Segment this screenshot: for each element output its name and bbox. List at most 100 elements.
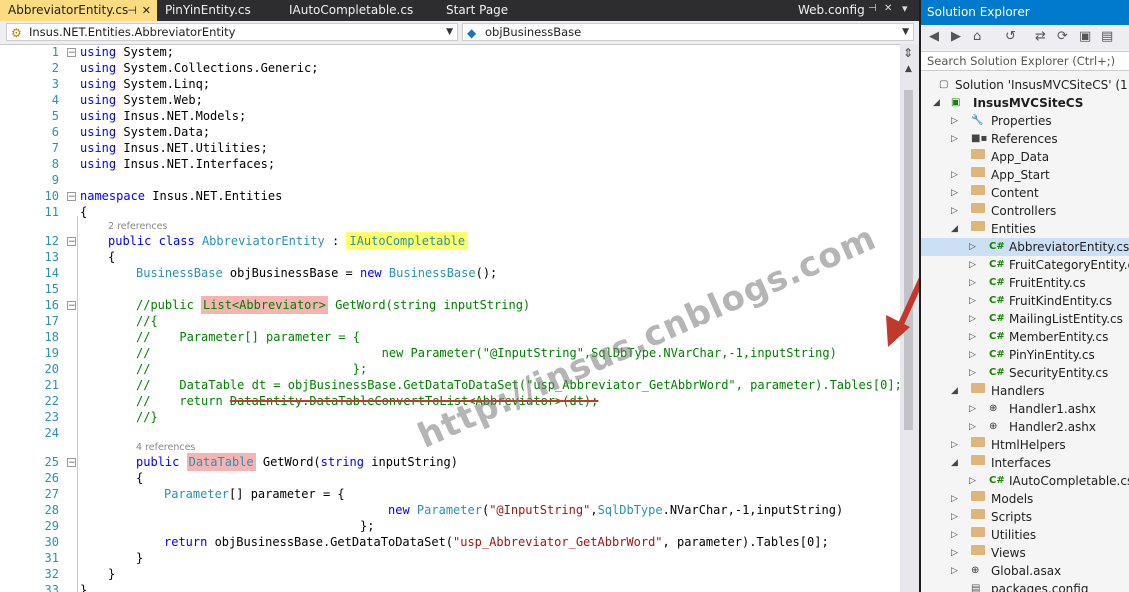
collapsed-icon[interactable]: ▷ — [951, 526, 958, 544]
collapsed-icon[interactable]: ▷ — [969, 472, 976, 490]
tree-node-global-asax[interactable]: ▷ ⊕ Global.asax — [921, 562, 1129, 580]
class-icon: ⚙ — [11, 26, 22, 40]
tab-abbreviatorentity[interactable]: AbbreviatorEntity.cs ⊣ ✕ — [0, 0, 157, 21]
code-line: // new Parameter("@InputString",SqlDbTyp… — [136, 346, 837, 360]
collapse-icon[interactable]: − — [67, 192, 76, 202]
tree-label: HtmlHelpers — [991, 438, 1066, 452]
show-all-files-icon[interactable]: ▤ — [1101, 29, 1113, 44]
tree-node-controllers[interactable]: ▷ Controllers — [921, 202, 1129, 220]
collapsed-icon[interactable]: ▷ — [969, 346, 976, 364]
tree-node-handler1[interactable]: ▷ ⊕ Handler1.ashx — [921, 400, 1129, 418]
tree-node-solution[interactable]: ▢ Solution 'InsusMVCSiteCS' (1 proj — [921, 76, 1129, 94]
tree-node-fruitkindentity[interactable]: ▷ C# FruitKindEntity.cs — [921, 292, 1129, 310]
expanded-icon[interactable]: ◢ — [951, 454, 958, 472]
tree-node-interfaces[interactable]: ◢ Interfaces — [921, 454, 1129, 472]
collapsed-icon[interactable]: ▷ — [969, 274, 976, 292]
close-icon[interactable]: ✕ — [142, 0, 151, 21]
refresh-icon[interactable]: ⟳ — [1057, 29, 1068, 44]
collapsed-icon[interactable]: ▷ — [969, 418, 976, 436]
collapsed-icon[interactable]: ▷ — [951, 436, 958, 454]
collapsed-icon[interactable]: ▷ — [951, 184, 958, 202]
tree-node-views[interactable]: ▷ Views — [921, 544, 1129, 562]
pin-icon[interactable]: ⊣ — [127, 0, 137, 21]
tree-node-iautocompletable[interactable]: ▷ C# IAutoCompletable.cs — [921, 472, 1129, 490]
tree-node-pinyinentity[interactable]: ▷ C# PinYinEntity.cs — [921, 346, 1129, 364]
tree-node-fruitcategoryentity[interactable]: ▷ C# FruitCategoryEntity.cs — [921, 256, 1129, 274]
tree-node-htmlhelpers[interactable]: ▷ HtmlHelpers — [921, 436, 1129, 454]
expanded-icon[interactable]: ◢ — [933, 94, 940, 112]
type-dropdown[interactable]: ⚙ Insus.NET.Entities.AbbreviatorEntity ▼ — [6, 23, 458, 41]
expanded-icon[interactable]: ◢ — [951, 220, 958, 238]
collapsed-icon[interactable]: ▷ — [969, 364, 976, 382]
collapsed-icon[interactable]: ▷ — [969, 310, 976, 328]
collapse-icon[interactable]: − — [67, 48, 76, 58]
tree-node-app-data[interactable]: App_Data — [921, 148, 1129, 166]
tree-node-content[interactable]: ▷ Content — [921, 184, 1129, 202]
tree-node-utilities[interactable]: ▷ Utilities — [921, 526, 1129, 544]
collapsed-icon[interactable]: ▷ — [951, 112, 958, 130]
tab-pin-icon[interactable]: ⊣ — [868, 3, 877, 14]
tree-node-handler2[interactable]: ▷ ⊕ Handler2.ashx — [921, 418, 1129, 436]
collapsed-icon[interactable]: ▷ — [969, 238, 976, 256]
collapsed-icon[interactable]: ▷ — [951, 130, 958, 148]
tree-node-entities[interactable]: ◢ Entities — [921, 220, 1129, 238]
member-dropdown[interactable]: ◆ objBusinessBase ▼ — [462, 23, 914, 41]
code-line: return objBusinessBase.GetDataToDataSet(… — [164, 535, 829, 549]
collapsed-icon[interactable]: ▷ — [951, 202, 958, 220]
line-number: 33 — [44, 583, 59, 592]
tree-node-app-start[interactable]: ▷ App_Start — [921, 166, 1129, 184]
collapsed-icon[interactable]: ▷ — [951, 166, 958, 184]
tree-node-project[interactable]: ◢ ▣ InsusMVCSiteCS — [921, 94, 1129, 112]
history-icon[interactable]: ↺ — [1005, 29, 1016, 44]
line-number: 1 — [51, 45, 59, 59]
tree-node-packages-config[interactable]: ▤ packages.config — [921, 580, 1129, 592]
solution-search-input[interactable]: Search Solution Explorer (Ctrl+;) — [921, 51, 1129, 71]
code-area[interactable]: 1− using System; 2 using System.Collection… — [0, 44, 902, 592]
tree-label: FruitCategoryEntity.cs — [1009, 258, 1129, 272]
scroll-up-icon[interactable]: ▲ — [905, 64, 912, 74]
code-line: using System; — [80, 45, 174, 59]
collapsed-icon[interactable]: ▷ — [951, 562, 958, 580]
tab-dropdown-icon[interactable]: ▾ — [902, 2, 908, 15]
collapse-icon[interactable]: − — [67, 301, 76, 311]
collapsed-icon[interactable]: ▷ — [969, 256, 976, 274]
tree-node-scripts[interactable]: ▷ Scripts — [921, 508, 1129, 526]
project-icon: ▣ — [951, 97, 961, 108]
collapsed-icon[interactable]: ▷ — [951, 544, 958, 562]
tab-pinyinentity[interactable]: PinYinEntity.cs — [157, 0, 277, 21]
tree-node-fruitentity[interactable]: ▷ C# FruitEntity.cs — [921, 274, 1129, 292]
collapsed-icon[interactable]: ▷ — [969, 400, 976, 418]
tab-iautocompletable[interactable]: IAutoCompletable.cs — [281, 0, 431, 21]
collapse-icon[interactable]: − — [67, 237, 76, 247]
tab-close-icon[interactable]: ✕ — [884, 3, 892, 14]
collapsed-icon[interactable]: ▷ — [969, 292, 976, 310]
tree-node-references[interactable]: ▷ ■▪ References — [921, 130, 1129, 148]
back-icon[interactable]: ◀ — [929, 29, 939, 44]
collapse-icon[interactable]: − — [67, 458, 76, 468]
tree-label: App_Start — [991, 168, 1050, 182]
tree-node-properties[interactable]: ▷ 🔧 Properties — [921, 112, 1129, 130]
tree-node-abbreviatorentity[interactable]: ▷ C# AbbreviatorEntity.cs — [921, 238, 1129, 256]
split-icon[interactable]: ⇕ — [903, 46, 913, 60]
tree-node-models[interactable]: ▷ Models — [921, 490, 1129, 508]
tree-node-handlers[interactable]: ◢ Handlers — [921, 382, 1129, 400]
tree-label: Utilities — [991, 528, 1037, 542]
codelens-references[interactable]: 2 references — [108, 221, 167, 233]
line-number: 26 — [44, 471, 59, 485]
tree-node-memberentity[interactable]: ▷ C# MemberEntity.cs — [921, 328, 1129, 346]
expanded-icon[interactable]: ◢ — [951, 382, 958, 400]
line-number: 8 — [51, 157, 59, 171]
forward-icon[interactable]: ▶ — [951, 29, 961, 44]
tab-start-page[interactable]: Start Page — [438, 0, 538, 21]
sync-icon[interactable]: ⇄ — [1035, 29, 1046, 44]
collapsed-icon[interactable]: ▷ — [969, 328, 976, 346]
collapse-all-icon[interactable]: ▣ — [1079, 29, 1091, 44]
tree-node-securityentity[interactable]: ▷ C# SecurityEntity.cs — [921, 364, 1129, 382]
collapsed-icon[interactable]: ▷ — [951, 508, 958, 526]
collapsed-icon[interactable]: ▷ — [951, 490, 958, 508]
code-line: using System.Collections.Generic; — [80, 61, 319, 75]
home-icon[interactable]: ⌂ — [973, 29, 981, 44]
member-dropdown-value: objBusinessBase — [485, 25, 582, 39]
tree-node-mailinglistentity[interactable]: ▷ C# MailingListEntity.cs — [921, 310, 1129, 328]
line-number: 17 — [44, 314, 59, 328]
